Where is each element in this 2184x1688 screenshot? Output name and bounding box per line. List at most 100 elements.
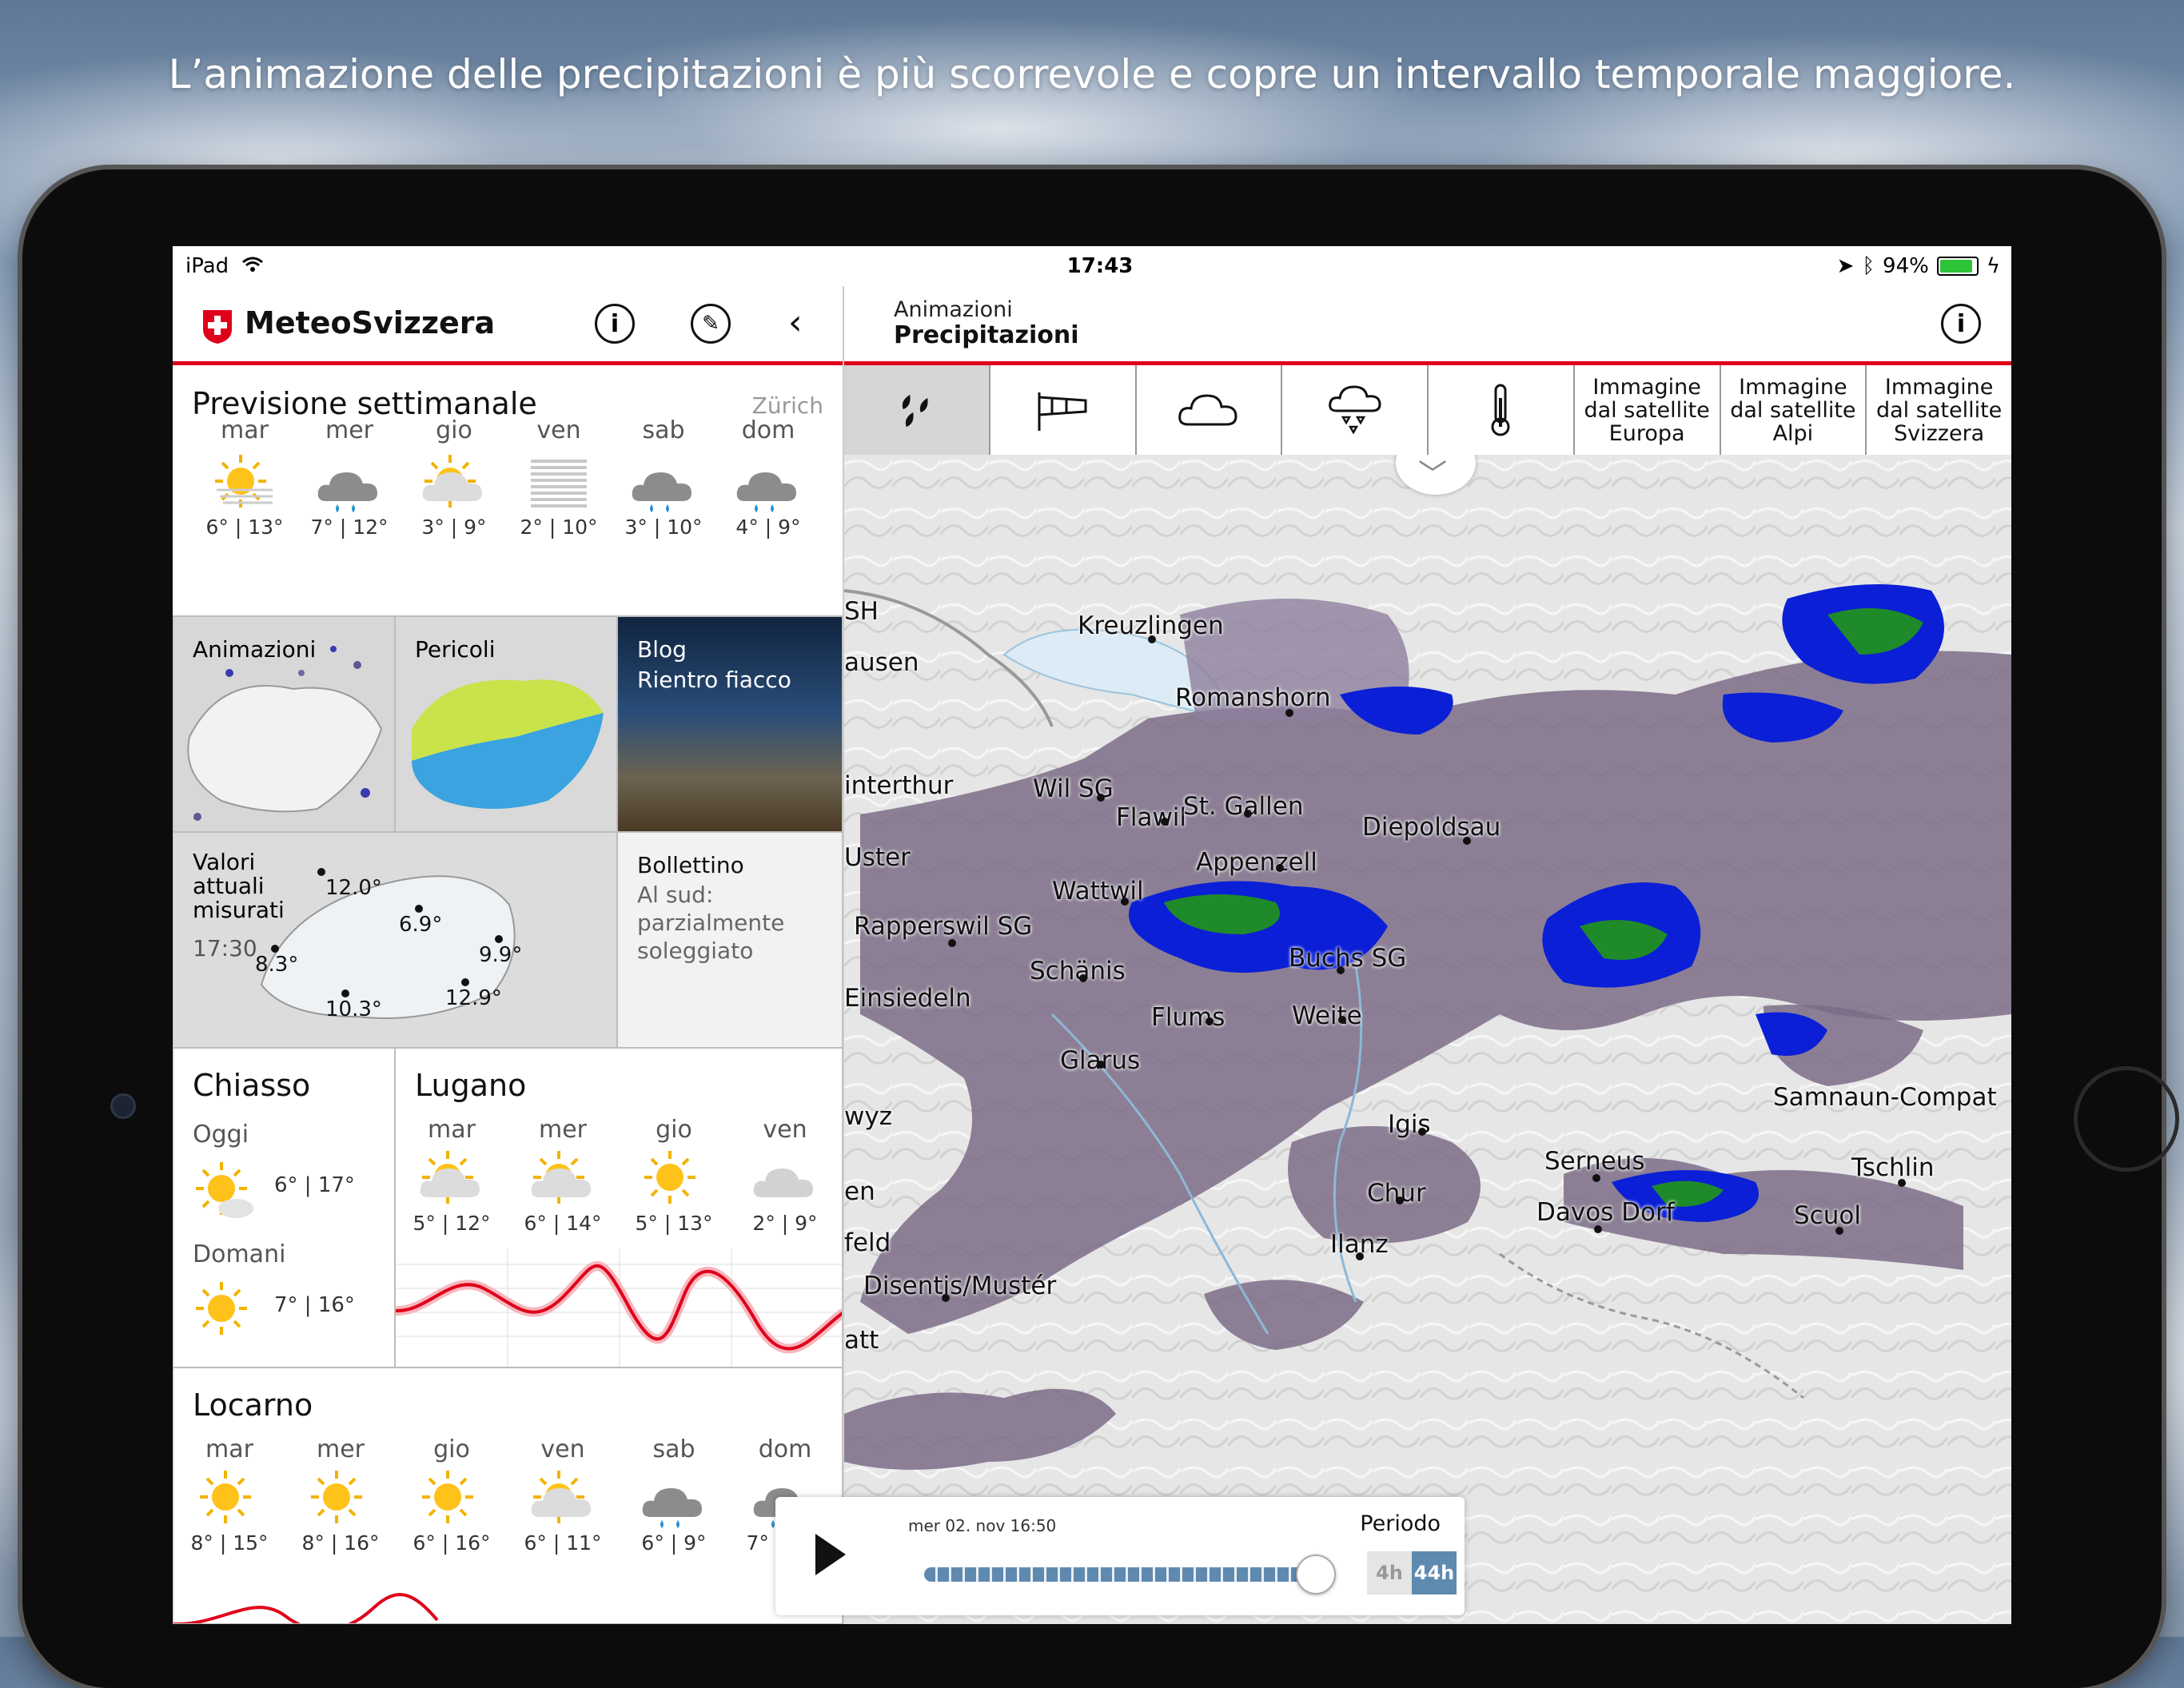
locarno-card[interactable]: Locarno mar 8° | 15° mer 8° | 16° gio 6° | 16… xyxy=(173,1368,843,1624)
sun-icon xyxy=(193,1467,265,1531)
info-button[interactable]: i xyxy=(595,304,635,344)
cloud-icon xyxy=(749,1148,821,1212)
station-dot xyxy=(271,945,279,953)
station-temperature: 6.9° xyxy=(399,913,443,937)
map-place-label: Samnaun-Compat xyxy=(1773,1083,1997,1112)
right-nav-bar: Animazioni Precipitazioni i xyxy=(844,286,2011,365)
tile-valori-title: Valori attuali misurati xyxy=(193,849,285,923)
tile-valori[interactable]: Valori attuali misurati 17:30 12.0° 6.9° 9… xyxy=(173,832,617,1048)
map-place-label: wyz xyxy=(844,1102,892,1131)
station-temperature: 8.3° xyxy=(255,953,299,977)
battery-percent: 94% xyxy=(1883,254,1929,278)
day-label: mar xyxy=(205,1435,253,1463)
play-icon[interactable] xyxy=(811,1531,851,1579)
tab-grandine[interactable] xyxy=(1282,365,1429,455)
chiasso-domani: Domani xyxy=(193,1240,286,1268)
sun-icon xyxy=(305,1467,377,1531)
timeline-track[interactable] xyxy=(924,1567,1332,1582)
station-temperature: 10.3° xyxy=(325,997,382,1021)
windsock-icon xyxy=(1038,392,1087,431)
day-label: mer xyxy=(316,1435,365,1463)
map-place-dot xyxy=(1276,864,1284,872)
map-info-button[interactable]: i xyxy=(1941,304,1981,344)
back-chevron-icon[interactable]: ‹ xyxy=(788,302,803,343)
nav-subtitle: Animazioni xyxy=(894,297,1013,322)
day-temperature: 6° | 9° xyxy=(641,1531,707,1555)
day-temperature: 5° | 12° xyxy=(412,1212,491,1235)
period-44h-button[interactable]: 44h xyxy=(1412,1551,1457,1594)
edit-button[interactable]: ✎ xyxy=(691,304,731,344)
tile-bollettino[interactable]: Bollettino Al sud: parzialmente soleggia… xyxy=(617,832,843,1048)
tile-blog[interactable]: Blog Rientro fiacco xyxy=(617,616,843,832)
station-dot xyxy=(317,868,325,876)
tile-valori-time: 17:30 xyxy=(193,935,257,961)
day-temperature: 8° | 16° xyxy=(301,1531,380,1555)
timeline-knob[interactable] xyxy=(1295,1555,1336,1594)
map-place-label: Buchs SG xyxy=(1289,944,1407,973)
map-place-label: SH xyxy=(844,597,879,626)
map-place-dot xyxy=(1148,635,1156,643)
sun-icon xyxy=(196,1282,247,1335)
weekly-forecast-card[interactable]: Previsione settimanale Zürich mar 6° | 13… xyxy=(173,365,843,616)
chiasso-oggi-temp: 6° | 17° xyxy=(274,1173,355,1197)
chiasso-card[interactable]: Chiasso Oggi 6° | 17° Domani 7° | 16° xyxy=(173,1048,395,1368)
rain-cloud-icon xyxy=(628,452,699,516)
tab-precipitazioni[interactable] xyxy=(844,365,990,455)
map-place-dot xyxy=(1338,1016,1346,1024)
map-place-dot xyxy=(1592,1174,1600,1182)
map-place-label: Tschlin xyxy=(1851,1153,1935,1182)
day-label: sab xyxy=(642,416,685,444)
station-dot xyxy=(415,905,423,913)
tab-satellite-alpi[interactable]: Immagine dal satellite Alpi xyxy=(1721,365,1867,455)
map-place-dot xyxy=(1285,709,1293,717)
day-label: ven xyxy=(763,1116,807,1144)
rain-cloud-icon xyxy=(732,452,804,516)
lugano-title: Lugano xyxy=(415,1068,527,1103)
lugano-card[interactable]: Lugano mar 5° | 12° mer 6° | 14° gio 5° | 13°… xyxy=(395,1048,843,1368)
day-temperature: 2° | 9° xyxy=(752,1212,818,1235)
map-place-dot xyxy=(1898,1179,1906,1187)
day-label: mar xyxy=(428,1116,476,1144)
animation-tabs: Immagine dal satellite Europa Immagine d… xyxy=(844,365,2011,456)
animation-player: mer 02. nov 16:50 Periodo 4h 44h xyxy=(775,1497,1465,1615)
raindrops-icon xyxy=(903,394,928,428)
left-nav-bar: MeteoSvizzera i ✎ ‹ xyxy=(173,286,843,365)
map-place-dot xyxy=(1244,810,1252,818)
day-temperature: 3° | 9° xyxy=(421,516,487,539)
tab-vento[interactable] xyxy=(990,365,1137,455)
day-temperature: 4° | 9° xyxy=(735,516,801,539)
sun-cloud-icon xyxy=(527,1148,599,1212)
period-4h-button[interactable]: 4h xyxy=(1367,1551,1412,1594)
day-label: dom xyxy=(758,1435,812,1463)
chevron-down-icon: ﹀ xyxy=(1418,459,1448,492)
wifi-icon xyxy=(241,254,264,278)
day-temperature: 6° | 16° xyxy=(412,1531,491,1555)
battery-icon xyxy=(1936,257,1979,276)
day-temperature: 6° | 13° xyxy=(205,516,284,539)
map-place-label: Appenzell xyxy=(1196,848,1317,877)
timeline-ticks xyxy=(924,1567,1332,1582)
map-place-label: Rapperswil SG xyxy=(854,912,1033,941)
tab-satellite-europa[interactable]: Immagine dal satellite Europa xyxy=(1575,365,1721,455)
location-arrow-icon: ➤ xyxy=(1836,254,1855,278)
home-button[interactable] xyxy=(2074,1066,2179,1172)
rain-cloud-icon xyxy=(313,452,385,516)
tile-blog-sub: Rientro fiacco xyxy=(637,667,791,693)
tile-blog-title: Blog xyxy=(637,636,687,663)
left-pane: MeteoSvizzera i ✎ ‹ Previsione settimana… xyxy=(173,286,843,1624)
precipitation-map[interactable]: ﹀ Kreuzlingen Romanshorn Wil SG Flawil St. G… xyxy=(844,455,2011,1624)
status-bar: iPad 17:43 ➤ ᛒ 94% ϟ xyxy=(173,246,2011,286)
charging-icon: ϟ xyxy=(1986,254,2000,278)
tile-pericoli[interactable]: Pericoli xyxy=(395,616,617,832)
day-label: dom xyxy=(741,416,795,444)
tile-animazioni[interactable]: Animazioni xyxy=(173,616,395,832)
map-place-dot xyxy=(1097,1061,1105,1069)
tab-nuvole[interactable] xyxy=(1137,365,1283,455)
locarno-temperature-curve xyxy=(173,1593,439,1623)
day-temperature: 6° | 11° xyxy=(524,1531,602,1555)
tile-animazioni-label: Animazioni xyxy=(193,636,317,663)
map-place-label: ausen xyxy=(844,648,919,677)
map-place-label: Davos Dorf xyxy=(1536,1198,1675,1227)
tab-temperatura[interactable] xyxy=(1429,365,1575,455)
tab-satellite-svizzera[interactable]: Immagine dal satellite Svizzera xyxy=(1867,365,2011,455)
